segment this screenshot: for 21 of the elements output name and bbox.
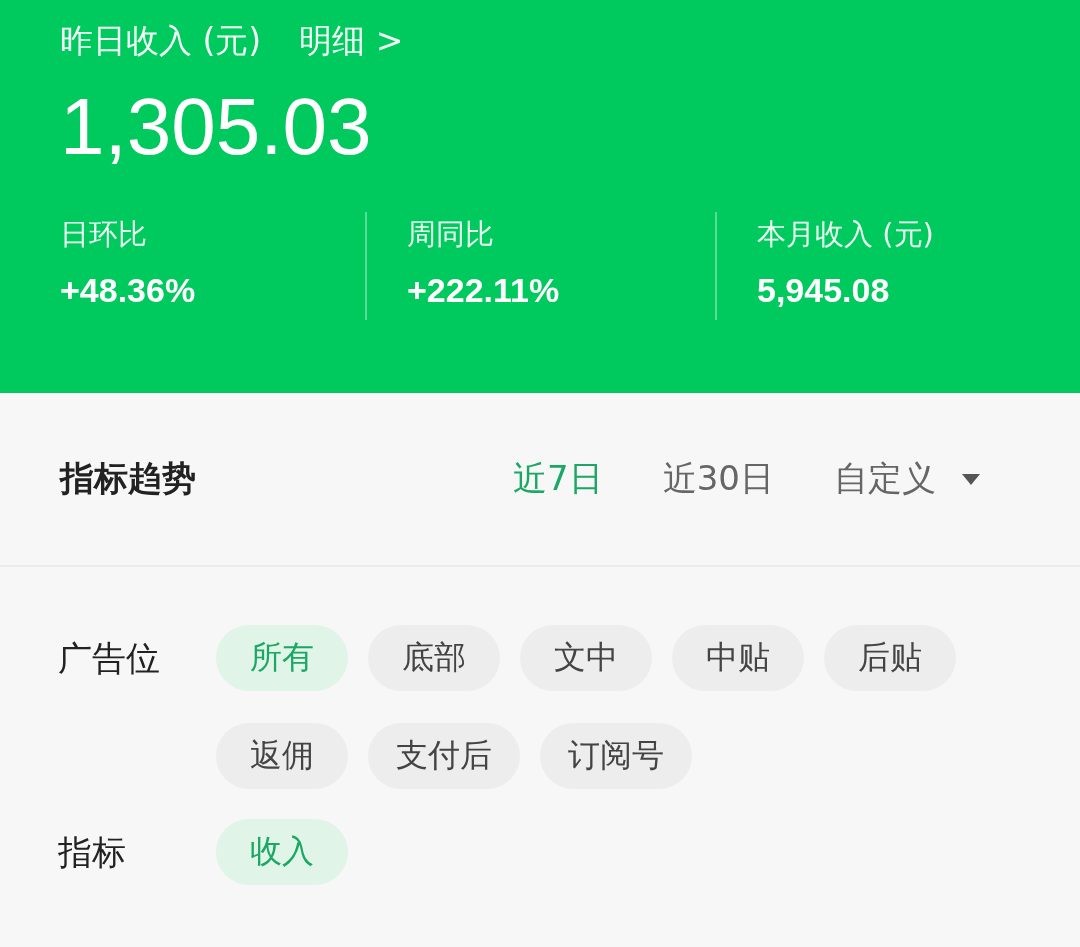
caret-icon [962, 473, 980, 485]
income-amount: 1,305.03 [60, 81, 373, 173]
stat-label: 日环比 [60, 216, 148, 253]
stat-label: 周同比 [407, 216, 495, 253]
filter-chip[interactable]: 返佣 [216, 723, 348, 789]
range-tab[interactable]: 近30日 [662, 456, 774, 502]
filter-chip[interactable]: 底部 [368, 625, 500, 691]
stat-value: +222.11% [407, 270, 561, 311]
filter-label: 广告位 [58, 637, 161, 680]
income-title: 昨日收入 (元) [60, 20, 262, 62]
range-dropdown[interactable]: 自定义 [834, 456, 980, 502]
filter-chip[interactable]: 文中 [520, 625, 652, 691]
stat-value: 5,945.08 [757, 270, 891, 311]
filter-chip[interactable]: 后贴 [824, 625, 956, 691]
stat-label: 本月收入 (元) [757, 216, 935, 253]
filter-chip[interactable]: 支付后 [368, 723, 520, 789]
filter-chip[interactable]: 订阅号 [540, 723, 692, 789]
stat-value: +48.36% [60, 270, 197, 311]
section-title: 指标趋势 [60, 457, 196, 500]
filter-chip[interactable]: 中贴 [672, 625, 804, 691]
filter-label: 指标 [58, 831, 127, 874]
